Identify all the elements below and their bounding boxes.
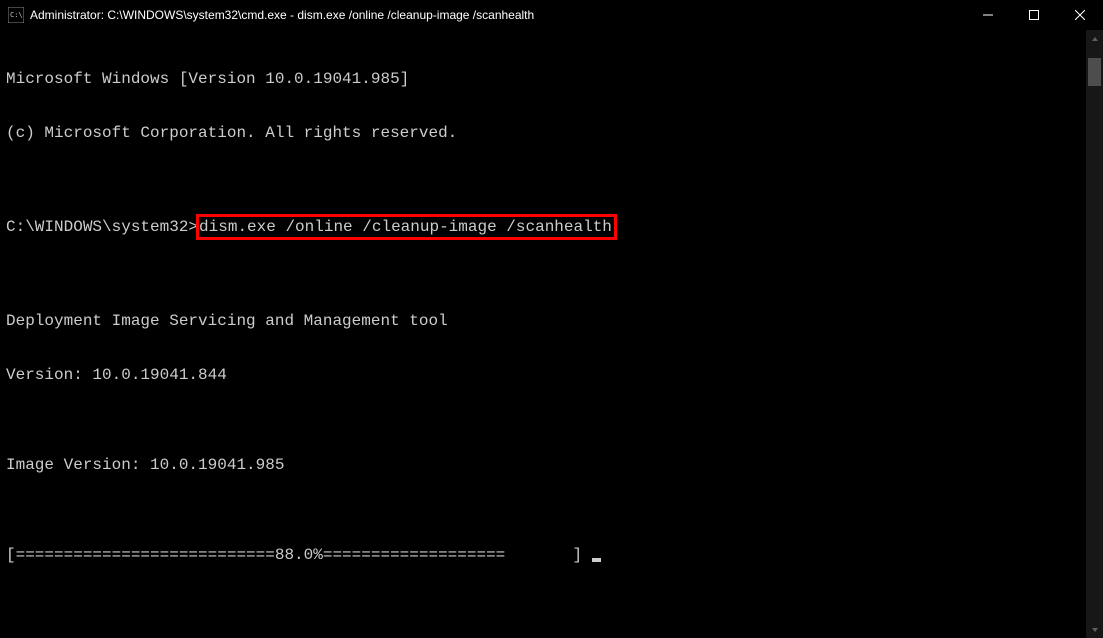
prompt-prefix: C:\WINDOWS\system32> — [6, 218, 198, 236]
scroll-up-arrow-icon[interactable] — [1086, 30, 1103, 47]
output-line: Microsoft Windows [Version 10.0.19041.98… — [6, 70, 1097, 88]
scroll-down-arrow-icon[interactable] — [1086, 621, 1103, 638]
minimize-button[interactable] — [965, 0, 1011, 30]
output-line: (c) Microsoft Corporation. All rights re… — [6, 124, 1097, 142]
window-title: Administrator: C:\WINDOWS\system32\cmd.e… — [30, 8, 965, 22]
terminal-content: Microsoft Windows [Version 10.0.19041.98… — [0, 30, 1103, 604]
window-controls — [965, 0, 1103, 30]
close-button[interactable] — [1057, 0, 1103, 30]
command-text: dism.exe /online /cleanup-image /scanhea… — [199, 218, 612, 236]
cmd-icon: C:\ — [8, 7, 24, 23]
cursor — [592, 558, 601, 562]
command-highlight: dism.exe /online /cleanup-image /scanhea… — [196, 214, 617, 240]
cmd-window: C:\ Administrator: C:\WINDOWS\system32\c… — [0, 0, 1103, 638]
prompt-line: C:\WINDOWS\system32>dism.exe /online /cl… — [6, 214, 1097, 240]
titlebar[interactable]: C:\ Administrator: C:\WINDOWS\system32\c… — [0, 0, 1103, 30]
maximize-button[interactable] — [1011, 0, 1057, 30]
output-line: Deployment Image Servicing and Managemen… — [6, 312, 1097, 330]
vertical-scrollbar[interactable] — [1086, 30, 1103, 638]
output-line: Image Version: 10.0.19041.985 — [6, 456, 1097, 474]
output-line: Version: 10.0.19041.844 — [6, 366, 1097, 384]
progress-text: [===========================88.0%=======… — [6, 546, 592, 564]
scroll-thumb[interactable] — [1088, 58, 1101, 86]
svg-text:C:\: C:\ — [10, 11, 23, 19]
terminal-body[interactable]: Microsoft Windows [Version 10.0.19041.98… — [0, 30, 1103, 638]
progress-line: [===========================88.0%=======… — [6, 546, 1097, 564]
